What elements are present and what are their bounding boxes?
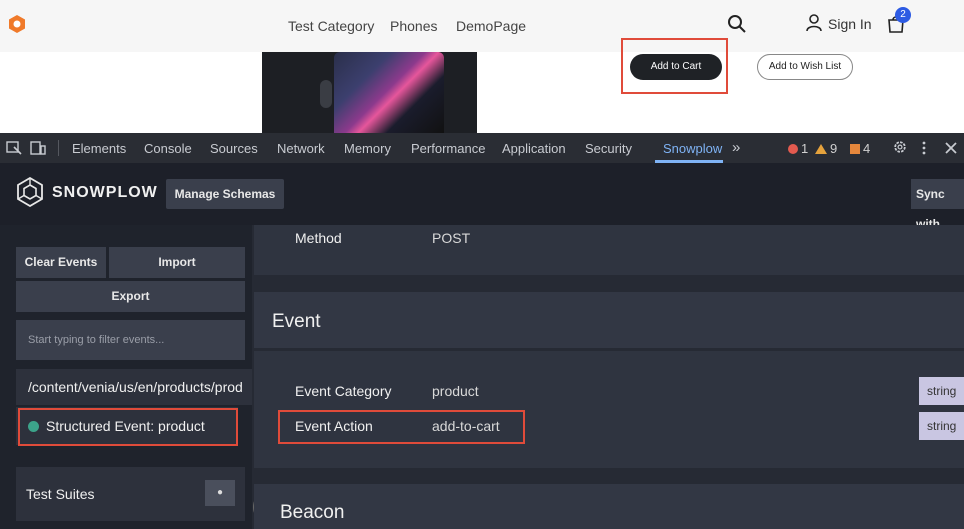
beacon-section-header[interactable]: Beacon (254, 484, 964, 529)
device-toolbar-icon[interactable] (30, 141, 46, 155)
event-filter-input[interactable] (16, 320, 245, 360)
warning-icon (815, 144, 827, 154)
product-image (262, 52, 477, 133)
user-icon[interactable] (805, 14, 823, 32)
settings-gear-icon[interactable] (892, 140, 908, 154)
inspect-element-icon[interactable] (6, 141, 22, 155)
method-value: POST (432, 230, 471, 246)
devtools-tab-bar: Elements Console Sources Network Memory … (0, 133, 964, 163)
event-category-value: product (432, 383, 479, 399)
tab-snowplow[interactable]: Snowplow (663, 141, 722, 156)
import-button[interactable]: Import (109, 247, 245, 278)
manage-schemas-button[interactable]: Manage Schemas (166, 179, 284, 209)
cart-count-badge: 2 (895, 7, 911, 23)
tab-performance[interactable]: Performance (411, 141, 485, 156)
more-options-icon[interactable] (919, 141, 929, 155)
tab-elements[interactable]: Elements (72, 141, 126, 156)
error-count[interactable]: 1 (788, 141, 808, 156)
clear-events-button[interactable]: Clear Events (16, 247, 106, 278)
nav-link-test-category[interactable]: Test Category (288, 18, 374, 34)
event-section-title: Event (272, 311, 321, 332)
search-icon[interactable] (727, 14, 747, 34)
page-url-group[interactable]: /content/venia/us/en/products/prod (16, 369, 252, 405)
tab-sources[interactable]: Sources (210, 141, 258, 156)
sign-in-link[interactable]: Sign In (828, 16, 872, 32)
warning-count[interactable]: 9 (815, 141, 837, 156)
highlight-event-action (278, 410, 525, 444)
snowplow-logo-icon (17, 177, 43, 207)
event-section-header[interactable]: Event (254, 292, 964, 348)
phone-screen (334, 52, 444, 133)
export-button[interactable]: Export (16, 281, 245, 312)
site-nav-bar: Test Category Phones DemoPage Sign In 2 (0, 0, 964, 52)
add-to-wishlist-button[interactable]: Add to Wish List (757, 54, 853, 80)
method-key: Method (295, 230, 342, 246)
add-to-cart-button[interactable]: Add to Cart (630, 54, 722, 80)
event-action-type-badge: string (919, 412, 964, 440)
beacon-section-title: Beacon (280, 502, 345, 523)
nav-link-demopage[interactable]: DemoPage (456, 18, 526, 34)
event-category-type-badge: string (919, 377, 964, 405)
tab-console[interactable]: Console (144, 141, 192, 156)
sync-button[interactable]: Sync with (911, 179, 964, 231)
event-category-key: Event Category (295, 383, 392, 399)
nav-link-phones[interactable]: Phones (390, 18, 437, 34)
tab-memory[interactable]: Memory (344, 141, 391, 156)
more-tabs-icon[interactable]: » (732, 139, 740, 156)
test-suites-toggle-button[interactable]: ● (205, 480, 235, 506)
test-suites-label: Test Suites (26, 486, 95, 502)
issue-count[interactable]: 4 (850, 141, 870, 156)
close-icon[interactable] (944, 141, 958, 155)
tab-application[interactable]: Application (502, 141, 566, 156)
tab-security[interactable]: Security (585, 141, 632, 156)
website-area: Test Category Phones DemoPage Sign In 2 … (0, 0, 964, 133)
store-logo-icon[interactable] (8, 14, 26, 34)
phone-camera-lens (320, 80, 332, 108)
highlight-structured-event (18, 408, 238, 446)
snowplow-title: SNOWPLOW (52, 184, 158, 201)
tab-network[interactable]: Network (277, 141, 325, 156)
toolbar-divider (58, 140, 59, 156)
issue-icon (850, 144, 860, 154)
error-icon (788, 144, 798, 154)
method-section: Method POST (254, 225, 964, 275)
